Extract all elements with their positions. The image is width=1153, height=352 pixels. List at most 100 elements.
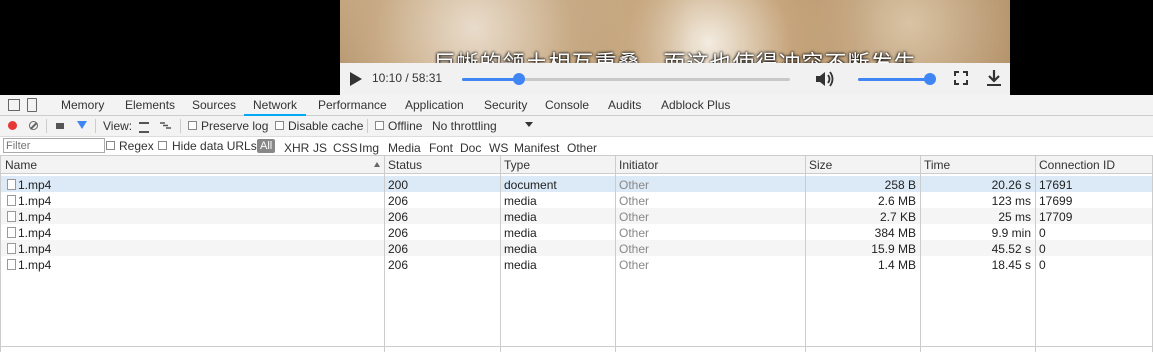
cell-name: 1.mp4	[18, 226, 52, 240]
cell-type: media	[504, 194, 537, 208]
cell-status: 206	[388, 194, 409, 208]
filter-icon[interactable]	[77, 121, 87, 129]
cell-connection-id: 17691	[1039, 178, 1073, 192]
seek-bar[interactable]	[462, 73, 790, 85]
cell-status: 206	[388, 258, 409, 272]
filter-type-media[interactable]: Media	[388, 141, 421, 155]
cell-name: 1.mp4	[18, 258, 52, 272]
device-toolbar-icon[interactable]	[27, 98, 37, 112]
overview-icon[interactable]	[160, 122, 171, 129]
filter-type-manifest[interactable]: Manifest	[514, 141, 559, 155]
column-divider[interactable]	[500, 156, 501, 352]
filter-type-all[interactable]: All	[257, 139, 276, 153]
toolbar-divider	[46, 119, 47, 133]
file-icon	[7, 227, 16, 238]
network-requests-table: Name Status Type Initiator Size Time Con…	[0, 155, 1153, 352]
fullscreen-icon[interactable]	[954, 71, 968, 85]
filter-type-img[interactable]: Img	[359, 141, 379, 155]
download-icon[interactable]	[986, 69, 1002, 87]
column-divider[interactable]	[805, 156, 806, 352]
time-display: 10:10 / 58:31	[372, 71, 443, 85]
cell-initiator: Other	[619, 178, 650, 192]
cell-size: 258 B	[884, 178, 916, 192]
cell-status: 200	[388, 178, 409, 192]
column-header-size[interactable]: Size	[809, 158, 832, 172]
cell-initiator: Other	[619, 226, 650, 240]
cell-name: 1.mp4	[18, 194, 52, 208]
column-divider[interactable]	[920, 156, 921, 352]
seek-bar-progress	[462, 78, 520, 81]
filter-type-font[interactable]: Font	[429, 141, 453, 155]
disable-cache-checkbox[interactable]	[275, 121, 284, 130]
table-row[interactable]: 1.mp4 206 media Other 384 MB 9.9 min 0	[1, 224, 1152, 240]
cell-type: document	[504, 178, 557, 192]
column-header-name[interactable]: Name	[5, 158, 37, 172]
file-icon	[7, 195, 16, 206]
tab-console[interactable]: Console	[545, 98, 589, 112]
cell-name: 1.mp4	[18, 242, 52, 256]
column-header-connection-id[interactable]: Connection ID	[1039, 158, 1115, 172]
tab-memory[interactable]: Memory	[61, 98, 104, 112]
column-header-time[interactable]: Time	[924, 158, 950, 172]
tab-application[interactable]: Application	[405, 98, 464, 112]
file-icon	[7, 259, 16, 270]
column-divider[interactable]	[384, 156, 385, 352]
table-row[interactable]: 1.mp4 206 media Other 2.7 KB 25 ms 17709	[1, 208, 1152, 224]
table-row[interactable]: 1.mp4 206 media Other 2.6 MB 123 ms 17699	[1, 192, 1152, 208]
tab-performance[interactable]: Performance	[318, 98, 387, 112]
column-header-type[interactable]: Type	[504, 158, 530, 172]
devtools-panel: Memory Elements Sources Network Performa…	[0, 95, 1153, 352]
tab-network[interactable]: Network	[244, 98, 307, 116]
tab-audits[interactable]: Audits	[608, 98, 641, 112]
filter-type-doc[interactable]: Doc	[460, 141, 481, 155]
filter-type-xhr[interactable]: XHR	[284, 141, 309, 155]
cell-initiator: Other	[619, 258, 650, 272]
preserve-log-label: Preserve log	[201, 119, 269, 133]
tab-security[interactable]: Security	[484, 98, 527, 112]
capture-screenshots-icon[interactable]	[56, 123, 64, 129]
filter-type-ws[interactable]: WS	[489, 141, 508, 155]
cell-size: 2.7 KB	[879, 210, 916, 224]
tab-sources[interactable]: Sources	[192, 98, 236, 112]
cell-name: 1.mp4	[18, 178, 52, 192]
clear-icon[interactable]	[29, 121, 38, 130]
hide-data-urls-checkbox[interactable]	[158, 141, 167, 150]
seek-bar-thumb[interactable]	[513, 73, 526, 85]
offline-label: Offline	[388, 119, 423, 133]
volume-slider[interactable]	[858, 73, 936, 85]
cell-time: 18.45 s	[991, 258, 1031, 272]
network-toolbar: View: Preserve log Disable cache Offline…	[0, 116, 1153, 137]
hide-data-urls-label: Hide data URLs	[172, 139, 257, 153]
column-divider[interactable]	[615, 156, 616, 352]
play-icon[interactable]	[350, 72, 362, 86]
filter-type-js[interactable]: JS	[313, 141, 327, 155]
cell-time: 25 ms	[998, 210, 1031, 224]
filter-type-other[interactable]: Other	[567, 141, 597, 155]
cell-size: 1.4 MB	[877, 258, 916, 272]
throttling-select[interactable]: No throttling	[432, 119, 497, 133]
cell-status: 206	[388, 210, 409, 224]
chevron-down-icon[interactable]	[525, 122, 533, 127]
filter-input[interactable]	[3, 138, 105, 153]
table-row[interactable]: 1.mp4 206 media Other 1.4 MB 18.45 s 0	[1, 256, 1152, 272]
cell-status: 206	[388, 242, 409, 256]
volume-slider-thumb[interactable]	[924, 73, 936, 85]
table-row[interactable]: 1.mp4 206 media Other 15.9 MB 45.52 s 0	[1, 240, 1152, 256]
column-header-initiator[interactable]: Initiator	[619, 158, 658, 172]
tab-adblock-plus[interactable]: Adblock Plus	[661, 98, 730, 112]
table-row[interactable]: 1.mp4 200 document Other 258 B 20.26 s 17691	[1, 176, 1152, 192]
cell-connection-id: 17699	[1039, 194, 1073, 208]
large-rows-icon[interactable]	[139, 122, 149, 133]
volume-icon[interactable]	[815, 70, 835, 88]
inspect-element-icon[interactable]	[8, 99, 20, 111]
filter-type-css[interactable]: CSS	[333, 141, 358, 155]
column-header-status[interactable]: Status	[388, 158, 422, 172]
record-icon[interactable]	[8, 121, 17, 130]
column-divider[interactable]	[1035, 156, 1036, 352]
offline-checkbox[interactable]	[375, 121, 384, 130]
preserve-log-checkbox[interactable]	[188, 121, 197, 130]
tab-elements[interactable]: Elements	[125, 98, 175, 112]
cell-time: 123 ms	[991, 194, 1031, 208]
file-icon	[7, 179, 16, 190]
regex-checkbox[interactable]	[106, 141, 115, 150]
